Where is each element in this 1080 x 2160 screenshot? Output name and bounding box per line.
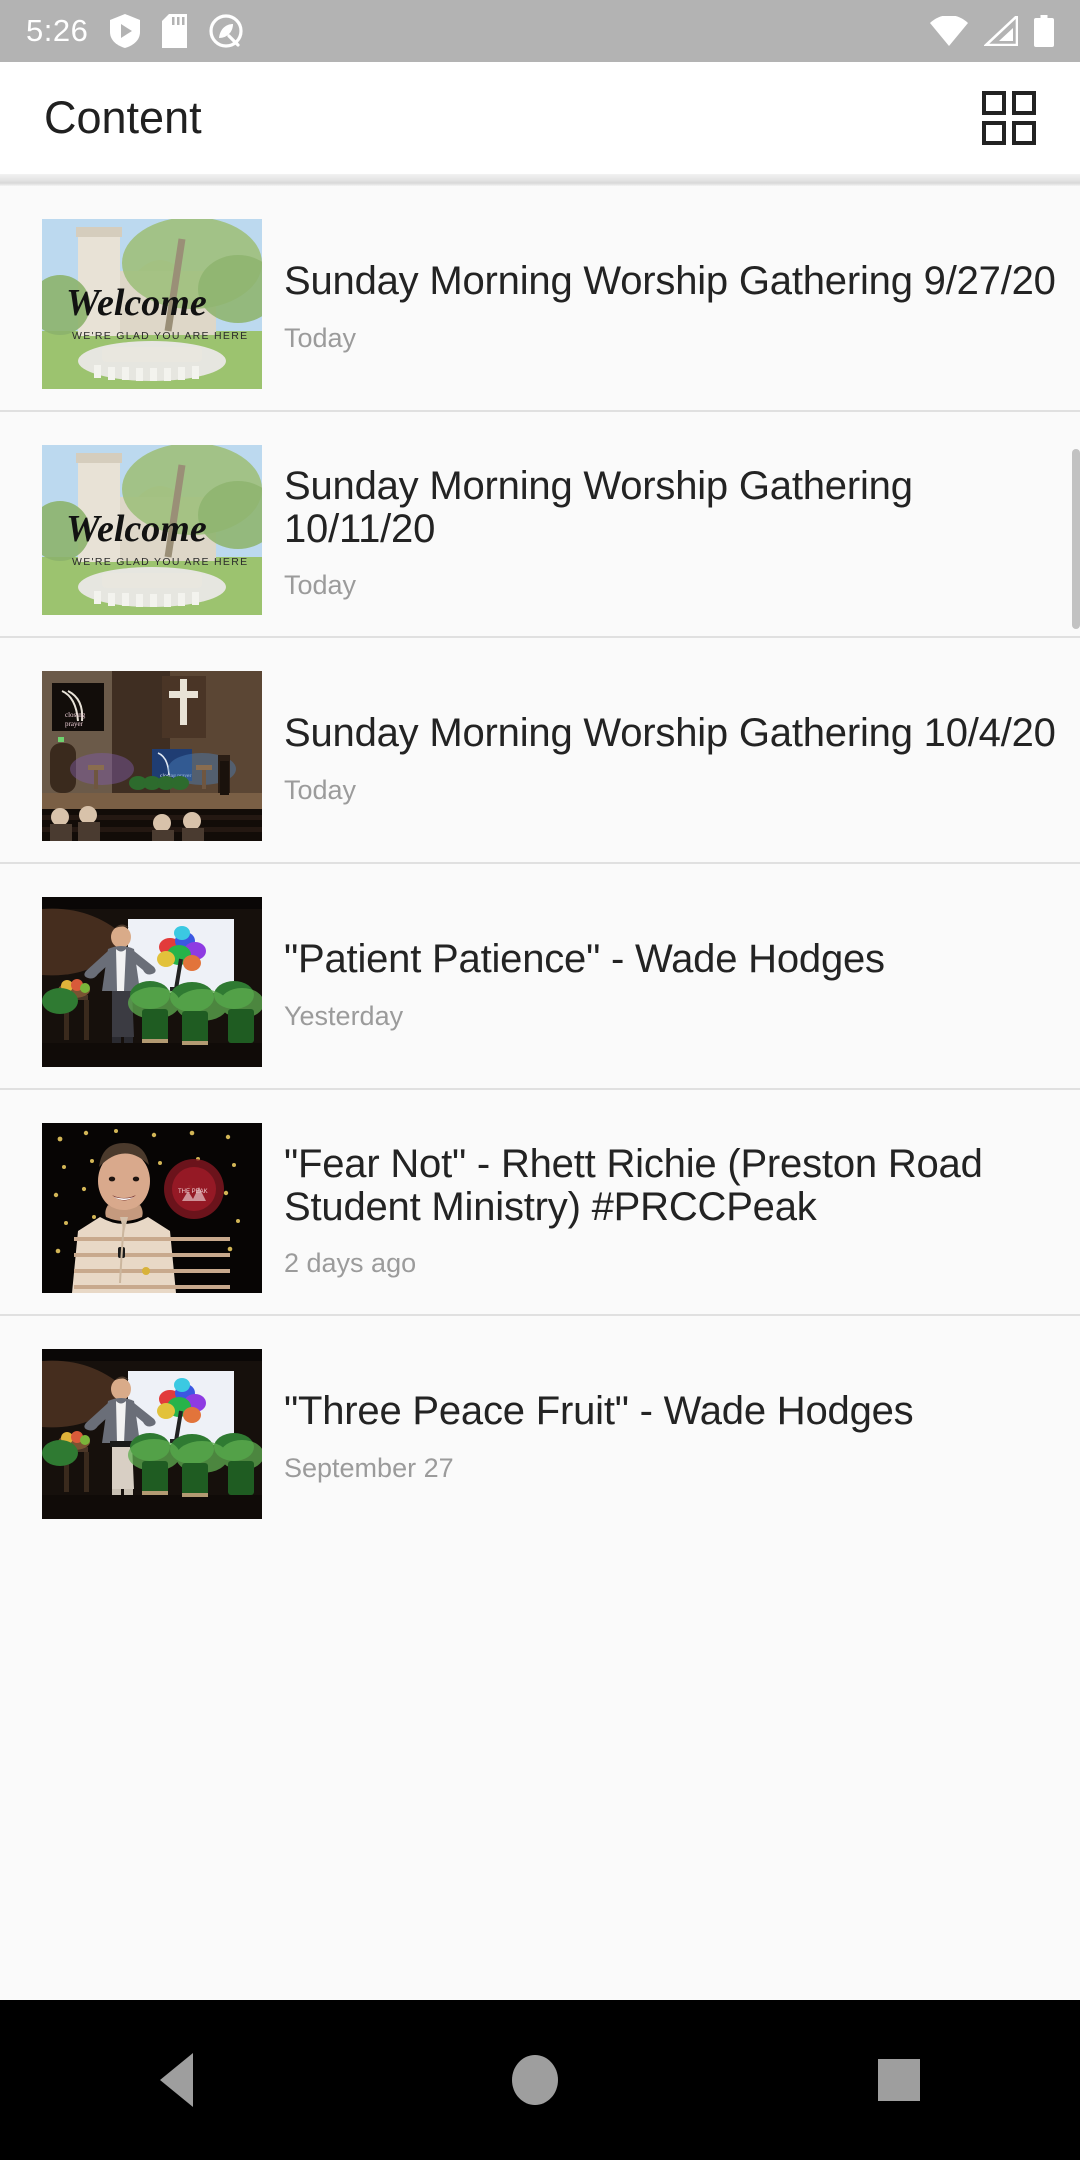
item-thumbnail (42, 1349, 262, 1519)
speaker-colorful-tree-stage-thumbnail (42, 1349, 262, 1519)
circle-q-icon (209, 14, 243, 48)
item-title: "Patient Patience" - Wade Hodges (284, 937, 885, 982)
grid-cell-3 (982, 121, 1006, 145)
item-text-block: Sunday Morning Worship Gathering 10/11/2… (284, 432, 1080, 628)
sd-card-icon (162, 14, 188, 48)
wifi-icon (930, 16, 968, 46)
battery-icon (1034, 15, 1054, 47)
item-timestamp: Yesterday (284, 1000, 404, 1031)
list-item[interactable]: Welcome WE'RE GLAD YOU ARE HERE Sunday M… (0, 186, 1080, 412)
grid-cell-1 (982, 91, 1006, 115)
list-item[interactable]: closing prayer closing prayer Sunday Mor… (0, 638, 1080, 864)
item-text-block: "Patient Patience" - Wade Hodges Yesterd… (284, 884, 1080, 1080)
item-thumbnail: Welcome WE'RE GLAD YOU ARE HERE (42, 219, 262, 389)
svg-text:Welcome: Welcome (66, 282, 207, 324)
list-item[interactable]: "Patient Patience" - Wade Hodges Yesterd… (0, 864, 1080, 1090)
item-title: "Three Peace Fruit" - Wade Hodges (284, 1389, 914, 1434)
list-item[interactable]: Welcome WE'RE GLAD YOU ARE HERE Sunday M… (0, 412, 1080, 638)
android-navigation-bar (0, 2000, 1080, 2160)
sanctuary-closing-prayer-thumbnail: closing prayer closing prayer (42, 671, 262, 841)
svg-text:Welcome: Welcome (66, 508, 207, 550)
item-thumbnail: Welcome WE'RE GLAD YOU ARE HERE (42, 445, 262, 615)
speaker-colorful-tree-stage-thumbnail (42, 897, 262, 1067)
phone-screen: 5:26 Content Welcome WE'RE GLAD YOU ARE … (0, 0, 1080, 2160)
status-bar-right (930, 15, 1054, 47)
item-thumbnail: closing prayer closing prayer (42, 671, 262, 841)
item-text-block: Sunday Morning Worship Gathering 9/27/20… (284, 206, 1080, 402)
item-text-block: "Three Peace Fruit" - Wade Hodges Septem… (284, 1336, 1080, 1532)
svg-text:THE PEAK: THE PEAK (178, 1189, 208, 1195)
welcome-church-sign-thumbnail: Welcome WE'RE GLAD YOU ARE HERE (42, 219, 262, 389)
app-bar: Content (0, 62, 1080, 174)
item-timestamp: Today (284, 570, 357, 601)
recents-button-icon[interactable] (878, 2059, 921, 2101)
item-timestamp: Today (284, 774, 357, 805)
cellular-signal-icon (984, 16, 1018, 46)
item-text-block: Sunday Morning Worship Gathering 10/4/20… (284, 658, 1080, 854)
svg-text:prayer: prayer (65, 720, 84, 728)
page-title: Content (44, 92, 202, 143)
item-timestamp: September 27 (284, 1452, 454, 1483)
student-minister-string-lights-thumbnail: THE PEAK (42, 1123, 262, 1293)
item-title: Sunday Morning Worship Gathering 10/11/2… (284, 463, 913, 551)
home-button-icon[interactable] (512, 2055, 559, 2105)
item-timestamp: 2 days ago (284, 1248, 417, 1279)
item-thumbnail: THE PEAK (42, 1123, 262, 1293)
vertical-scrollbar[interactable] (1072, 449, 1080, 629)
item-title: Sunday Morning Worship Gathering 10/4/20 (284, 711, 1056, 756)
grid-cell-4 (1012, 121, 1036, 145)
back-button-icon[interactable] (159, 2053, 193, 2107)
shield-play-icon (110, 14, 141, 48)
grid-view-icon[interactable] (982, 91, 1036, 145)
grid-cell-2 (1012, 91, 1036, 115)
status-bar: 5:26 (0, 0, 1080, 62)
svg-text:WE'RE GLAD YOU ARE HERE: WE'RE GLAD YOU ARE HERE (72, 330, 248, 342)
list-item[interactable]: THE PEAK "Fear Not" - Rhett Richie (Pres… (0, 1090, 1080, 1316)
welcome-church-sign-thumbnail: Welcome WE'RE GLAD YOU ARE HERE (42, 445, 262, 615)
list-item[interactable]: "Three Peace Fruit" - Wade Hodges Septem… (0, 1316, 1080, 1542)
item-title: Sunday Morning Worship Gathering 9/27/20 (284, 259, 1056, 304)
svg-text:WE'RE GLAD YOU ARE HERE: WE'RE GLAD YOU ARE HERE (72, 556, 248, 568)
item-timestamp: Today (284, 322, 357, 353)
status-bar-left: 5:26 (26, 13, 243, 49)
svg-text:closing: closing (65, 711, 86, 719)
content-list[interactable]: Welcome WE'RE GLAD YOU ARE HERE Sunday M… (0, 186, 1080, 2000)
status-bar-clock: 5:26 (26, 13, 89, 48)
item-thumbnail (42, 897, 262, 1067)
item-text-block: "Fear Not" - Rhett Richie (Preston Road … (284, 1110, 1080, 1306)
app-bar-divider (0, 174, 1080, 186)
item-title: "Fear Not" - Rhett Richie (Preston Road … (284, 1141, 983, 1229)
